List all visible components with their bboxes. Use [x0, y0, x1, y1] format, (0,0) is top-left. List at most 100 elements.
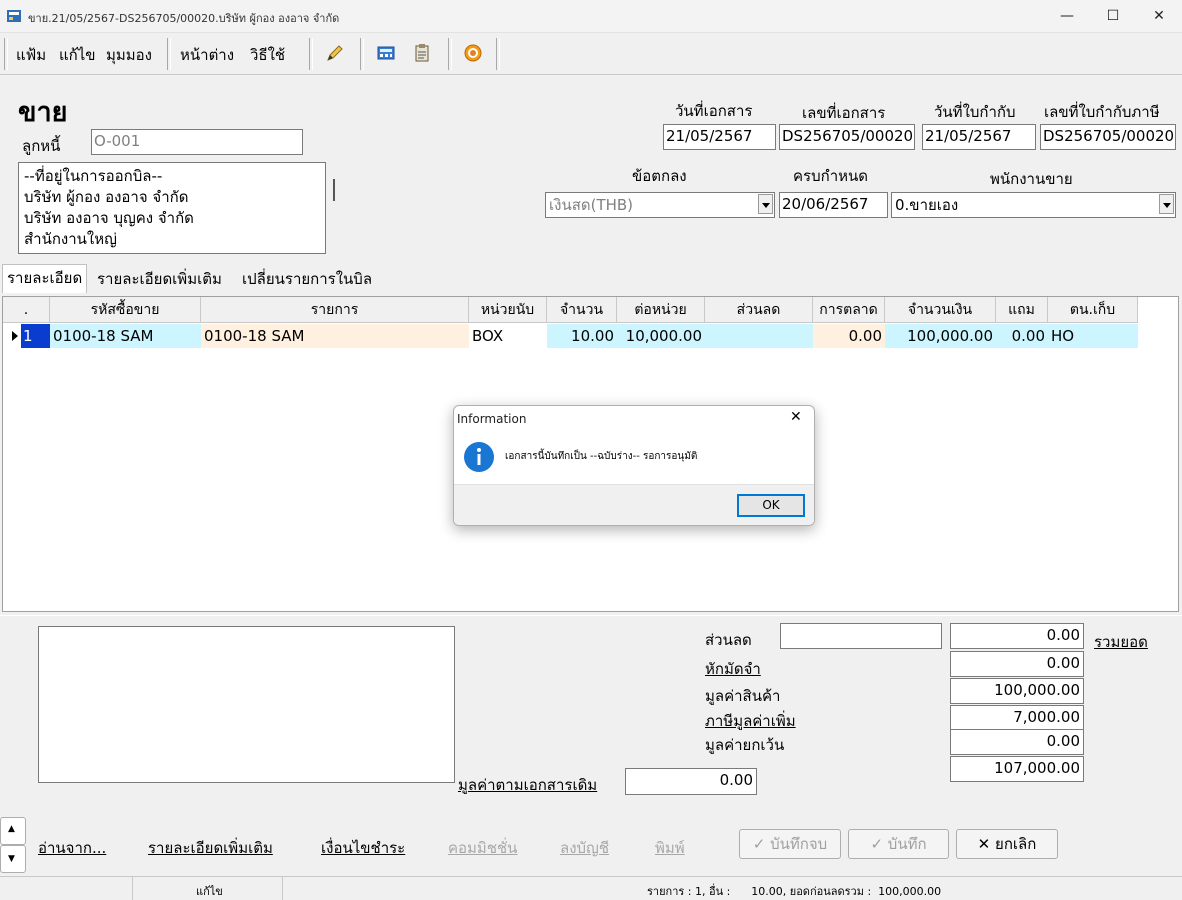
discount-total-field[interactable]: 0.00 [950, 623, 1084, 649]
invoice-date-field[interactable]: 21/05/2567 [922, 124, 1036, 150]
check-icon: ✓ [752, 835, 766, 853]
due-date-field[interactable]: 20/06/2567 [779, 192, 888, 218]
original-doc-value-link[interactable]: มูลค่าตามเอกสารเดิม [458, 773, 597, 797]
original-doc-value-field[interactable]: 0.00 [625, 768, 757, 795]
price-cell[interactable]: 10,000.00 [617, 324, 705, 348]
grid-header[interactable]: จำนวน [547, 297, 617, 323]
grid-header[interactable]: . [3, 297, 50, 323]
menu-bar: แฟ้ม แก้ไข มุมมอง หน้าต่าง วิธีใช้ [0, 34, 1182, 75]
debtor-field[interactable]: O-001 [91, 129, 303, 155]
scroll-up-button[interactable]: ▲ [0, 817, 26, 845]
calculator-icon[interactable] [376, 43, 396, 63]
qty-cell[interactable]: 10.00 [547, 324, 617, 348]
row-pointer-icon [12, 331, 18, 341]
marketing-cell[interactable]: 0.00 [813, 324, 885, 348]
toolbar-separator [309, 38, 313, 70]
table-row[interactable]: 1 0100-18 SAM 0100-18 SAM BOX 10.00 10,0… [3, 324, 1138, 348]
tab-details[interactable]: รายละเอียด [2, 264, 88, 293]
salesperson-value: 0.ขายเอง [895, 196, 959, 214]
dialog-title: Information [457, 412, 527, 426]
commission-link[interactable]: คอมมิชชั่น [448, 836, 517, 860]
status-summary: รายการ : 1, อื่น : 10.00, ยอดก่อนลดรวม :… [647, 885, 942, 898]
doc-date-field[interactable]: 21/05/2567 [663, 124, 776, 150]
code-cell[interactable]: 0100-18 SAM [50, 324, 201, 348]
dialog-footer: OK [454, 484, 814, 525]
payment-terms-link[interactable]: เงื่อนไขชำระ [321, 836, 405, 860]
chevron-down-icon[interactable] [1159, 194, 1174, 214]
item-cell[interactable]: 0100-18 SAM [201, 324, 469, 348]
ok-button[interactable]: OK [737, 494, 805, 517]
dialog-message: เอกสารนี้บันทึกเป็น --ฉบับร่าง-- รอการอน… [505, 451, 698, 462]
window-title: ขาย.21/05/2567-DS256705/00020.บริษัท ผู้… [28, 12, 340, 25]
title-bar: ขาย.21/05/2567-DS256705/00020.บริษัท ผู้… [0, 0, 1182, 33]
target-icon[interactable] [463, 43, 483, 63]
grid-header[interactable]: ตน.เก็บ [1048, 297, 1138, 323]
status-separator [282, 877, 283, 900]
dialog-close-icon[interactable]: ✕ [790, 409, 802, 425]
goods-value-field[interactable]: 100,000.00 [950, 678, 1084, 704]
grid-header[interactable]: รายการ [201, 297, 469, 323]
grid-header[interactable]: ต่อหน่วย [617, 297, 705, 323]
location-cell[interactable]: HO [1048, 324, 1138, 348]
chevron-up-icon: ▲ [8, 824, 15, 834]
terms-select[interactable]: เงินสด(THB) [545, 192, 775, 218]
menu-view[interactable]: มุมมอง [106, 43, 152, 67]
vat-field[interactable]: 7,000.00 [950, 705, 1084, 731]
tab-change-items[interactable]: เปลี่ยนรายการในบิล [238, 266, 376, 292]
grid-header[interactable]: แถม [996, 297, 1048, 323]
discount-label: ส่วนลด [705, 631, 752, 649]
more-details-link[interactable]: รายละเอียดเพิ่มเติม [148, 836, 273, 860]
menu-window[interactable]: หน้าต่าง [180, 43, 234, 67]
tab-more-details[interactable]: รายละเอียดเพิ่มเติม [93, 266, 226, 292]
status-mode: แก้ไข [196, 885, 223, 898]
grid-header[interactable]: ส่วนลด [705, 297, 813, 323]
grid-header[interactable]: การตลาด [813, 297, 885, 323]
deposit-link[interactable]: หักมัดจำ [705, 657, 761, 681]
tax-invoice-field[interactable]: DS256705/00020 [1040, 124, 1176, 150]
chevron-down-icon[interactable] [758, 194, 773, 214]
doc-no-field[interactable]: DS256705/00020 [779, 124, 915, 150]
minimize-button[interactable]: — [1044, 0, 1090, 32]
exempt-label: มูลค่ายกเว้น [705, 736, 785, 754]
vat-link[interactable]: ภาษีมูลค่าเพิ่ม [705, 709, 796, 733]
menu-file[interactable]: แฟ้ม [16, 43, 46, 67]
check-icon: ✓ [870, 835, 884, 853]
text-cursor [333, 179, 335, 201]
salesperson-select[interactable]: 0.ขายเอง [891, 192, 1176, 218]
pen-icon[interactable] [325, 43, 345, 63]
clipboard-icon[interactable] [412, 43, 432, 63]
save-button[interactable]: ✓ บันทึก [848, 829, 949, 859]
save-close-button[interactable]: ✓ บันทึกจบ [739, 829, 841, 859]
scroll-down-button[interactable]: ▼ [0, 845, 26, 873]
address-line: --ที่อยู่ในการออกบิล-- [24, 167, 163, 185]
free-cell[interactable]: 0.00 [996, 324, 1048, 348]
invoice-date-label: วันที่ใบกำกับ [934, 103, 1016, 121]
row-number-cell[interactable]: 1 [21, 324, 50, 348]
close-window-button[interactable]: ✕ [1136, 0, 1182, 32]
chevron-down-icon: ▼ [8, 854, 15, 864]
billing-address-box[interactable]: --ที่อยู่ในการออกบิล-- บริษัท ผู้กอง องอ… [18, 162, 326, 254]
post-ledger-link[interactable]: ลงบัญชี [560, 836, 609, 860]
sum-link[interactable]: รวมยอด [1094, 630, 1148, 654]
discount-input[interactable] [780, 623, 942, 649]
amount-cell[interactable]: 100,000.00 [885, 324, 996, 348]
grid-header[interactable]: หน่วยนับ [469, 297, 547, 323]
menu-help[interactable]: วิธีใช้ [250, 43, 285, 67]
status-separator [132, 877, 133, 900]
menu-edit[interactable]: แก้ไข [59, 43, 96, 67]
maximize-button[interactable]: ☐ [1090, 0, 1136, 32]
print-link[interactable]: พิมพ์ [655, 836, 685, 860]
exempt-field[interactable]: 0.00 [950, 729, 1084, 755]
grid-header[interactable]: รหัสซื้อขาย [50, 297, 201, 323]
toolbar-separator [448, 38, 452, 70]
grand-total-field[interactable]: 107,000.00 [950, 756, 1084, 782]
deposit-field[interactable]: 0.00 [950, 651, 1084, 677]
unit-cell[interactable]: BOX [469, 324, 547, 348]
discount-cell[interactable] [705, 324, 813, 348]
toolbar-grip [4, 38, 8, 70]
grid-header[interactable]: จำนวนเงิน [885, 297, 996, 323]
divider [0, 615, 1182, 616]
cancel-button[interactable]: ✕ ยกเลิก [956, 829, 1058, 859]
notes-box[interactable] [38, 626, 455, 783]
read-from-link[interactable]: อ่านจาก... [38, 836, 106, 860]
